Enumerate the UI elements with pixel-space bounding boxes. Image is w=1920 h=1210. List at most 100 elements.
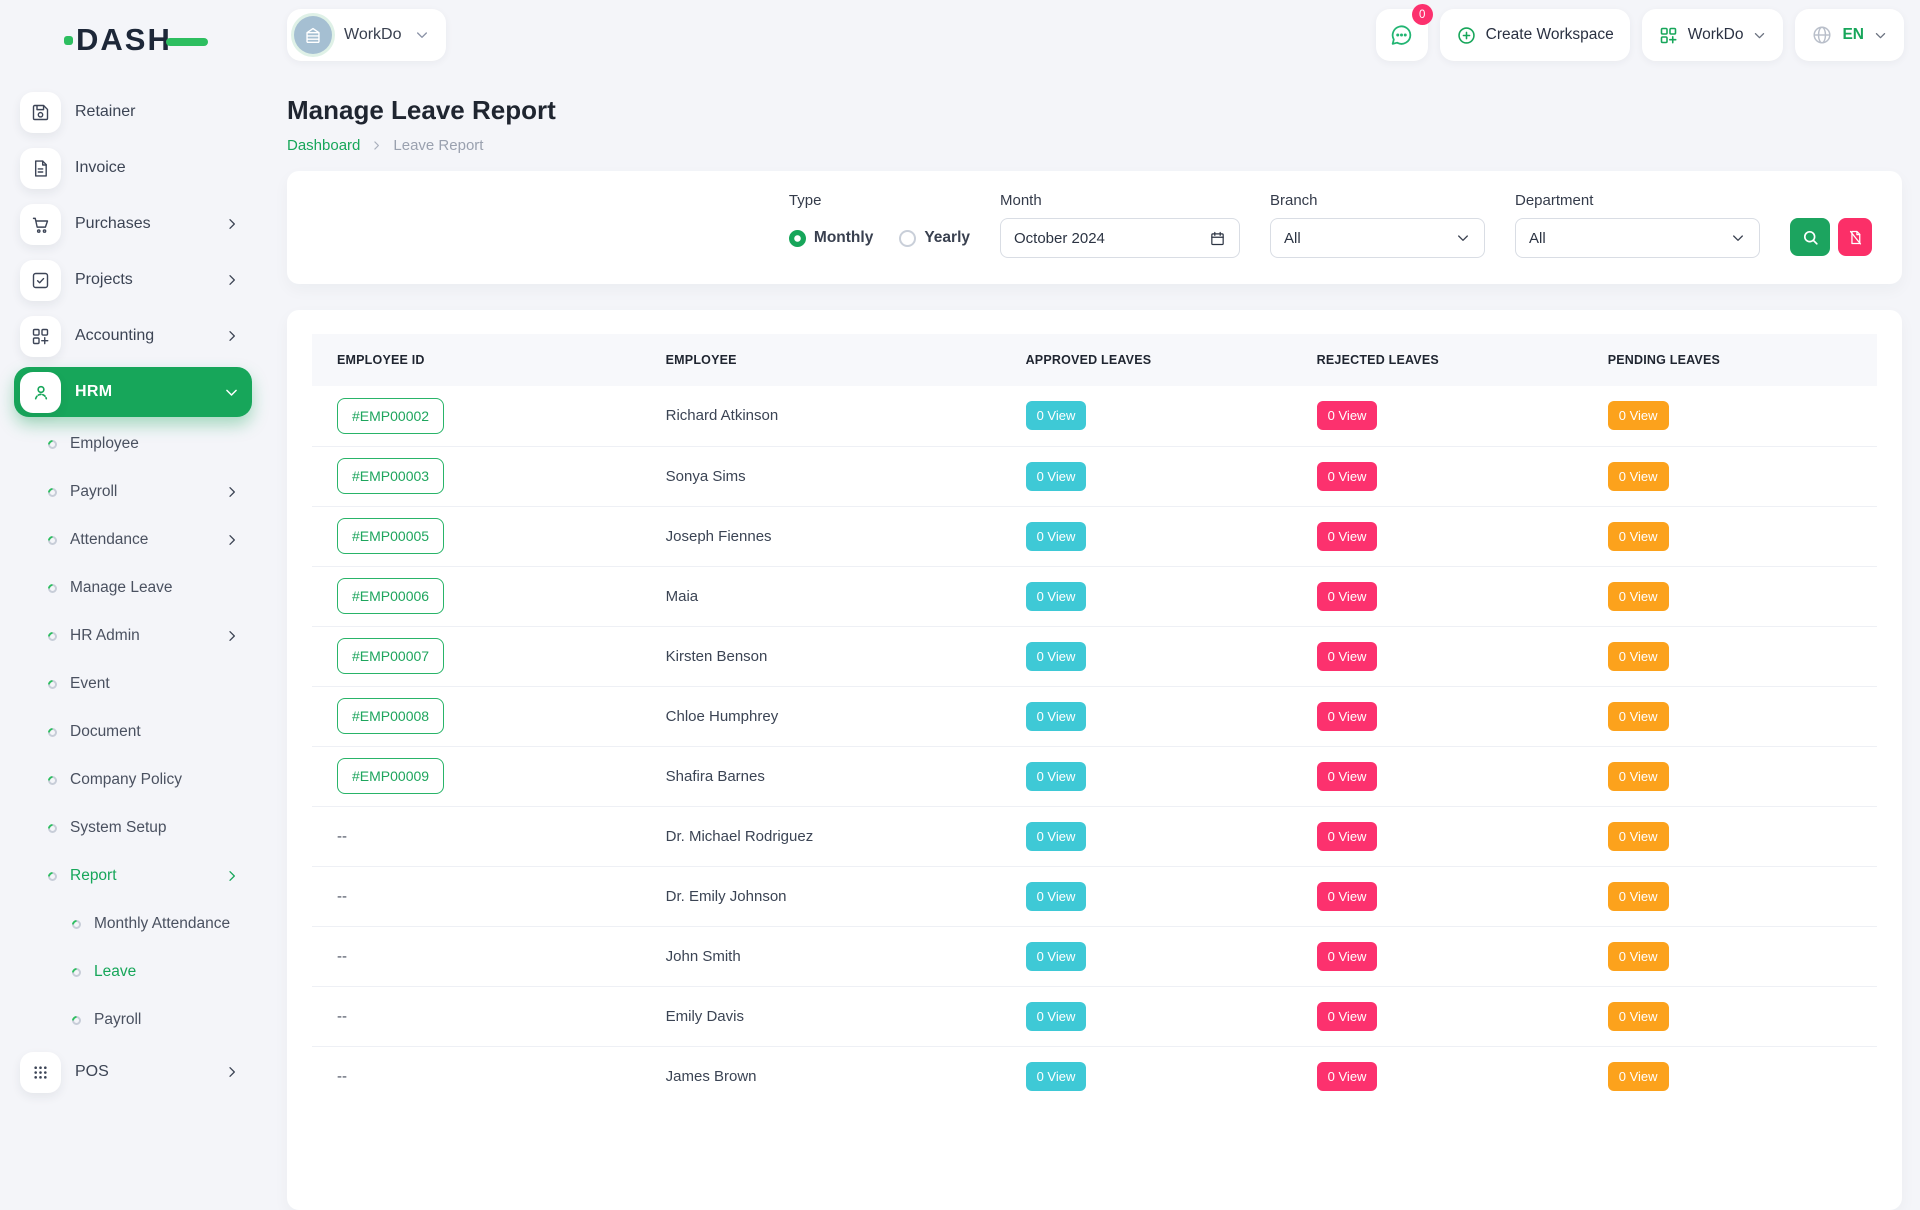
pending-leaves-view-button[interactable]: 0 View [1608,642,1669,671]
chevron-right-icon [224,1064,240,1080]
rejected-leaves-view-button[interactable]: 0 View [1317,762,1378,791]
department-select[interactable]: All [1515,218,1760,258]
approved-leaves-view-button[interactable]: 0 View [1026,762,1087,791]
employee-id-badge[interactable]: #EMP00003 [337,458,444,494]
approved-leaves-view-button[interactable]: 0 View [1026,462,1087,491]
sidebar-item-retainer[interactable]: Retainer [14,84,252,140]
chevron-right-icon [224,272,240,288]
logo-text: DASH [76,22,172,58]
search-button[interactable] [1790,218,1830,256]
create-workspace-button[interactable]: Create Workspace [1440,9,1630,61]
approved-leaves-view-button[interactable]: 0 View [1026,1002,1087,1031]
sidebar-item-accounting[interactable]: Accounting [14,308,252,364]
pending-leaves-view-button[interactable]: 0 View [1608,462,1669,491]
rejected-leaves-view-button[interactable]: 0 View [1317,702,1378,731]
sidebar-item-label: HRM [75,383,112,401]
month-input[interactable]: October 2024 [1000,218,1240,258]
pending-leaves-view-button[interactable]: 0 View [1608,401,1669,430]
employee-name: Emily Davis [666,1008,744,1025]
pending-leaves-view-button[interactable]: 0 View [1608,702,1669,731]
sidebar-item-report[interactable]: Report [14,852,252,900]
sidebar-item-payroll[interactable]: Payroll [14,468,252,516]
sidebar-item-system-setup[interactable]: System Setup [14,804,252,852]
employee-id-badge[interactable]: #EMP00008 [337,698,444,734]
rejected-leaves-view-button[interactable]: 0 View [1317,642,1378,671]
pos-grid-icon [20,1052,61,1093]
rejected-leaves-view-button[interactable]: 0 View [1317,1002,1378,1031]
rejected-leaves-view-button[interactable]: 0 View [1317,882,1378,911]
messages-button[interactable]: 0 [1376,9,1428,61]
approved-leaves-view-button[interactable]: 0 View [1026,942,1087,971]
sidebar-item-purchases[interactable]: Purchases [14,196,252,252]
approved-leaves-view-button[interactable]: 0 View [1026,1062,1087,1091]
employee-name: Joseph Fiennes [666,528,772,545]
reset-button[interactable] [1838,218,1872,256]
pending-leaves-view-button[interactable]: 0 View [1608,942,1669,971]
sidebar-item-label: Employee [70,435,139,453]
employee-id-badge[interactable]: #EMP00007 [337,638,444,674]
approved-leaves-view-button[interactable]: 0 View [1026,822,1087,851]
chevron-down-icon [1730,230,1746,246]
sidebar-item-monthly-attendance[interactable]: Monthly Attendance [14,900,252,948]
pending-leaves-view-button[interactable]: 0 View [1608,762,1669,791]
pending-leaves-view-button[interactable]: 0 View [1608,582,1669,611]
approved-leaves-view-button[interactable]: 0 View [1026,522,1087,551]
pending-leaves-view-button[interactable]: 0 View [1608,1062,1669,1091]
sidebar-item-attendance[interactable]: Attendance [14,516,252,564]
sidebar-item-label: Manage Leave [70,579,173,597]
sidebar-item-hr-admin[interactable]: HR Admin [14,612,252,660]
employee-id-badge[interactable]: #EMP00006 [337,578,444,614]
rejected-leaves-view-button[interactable]: 0 View [1317,401,1378,430]
pending-leaves-view-button[interactable]: 0 View [1608,522,1669,551]
sidebar-item-document[interactable]: Document [14,708,252,756]
pending-leaves-view-button[interactable]: 0 View [1608,882,1669,911]
branch-value: All [1284,230,1301,247]
sidebar-item-payroll[interactable]: Payroll [14,996,252,1044]
approved-leaves-view-button[interactable]: 0 View [1026,882,1087,911]
rejected-leaves-view-button[interactable]: 0 View [1317,582,1378,611]
chevron-down-icon [1873,28,1888,43]
topbar-actions: 0 Create Workspace WorkDo [1376,9,1904,61]
pending-leaves-view-button[interactable]: 0 View [1608,822,1669,851]
approved-leaves-view-button[interactable]: 0 View [1026,642,1087,671]
language-select[interactable]: EN [1795,9,1904,61]
sidebar-item-company-policy[interactable]: Company Policy [14,756,252,804]
employee-id-badge[interactable]: #EMP00002 [337,398,444,434]
table-row: --John Smith0 View0 View0 View [312,926,1877,986]
search-icon [1801,228,1820,247]
employee-id-badge[interactable]: #EMP00009 [337,758,444,794]
pending-leaves-view-button[interactable]: 0 View [1608,1002,1669,1031]
approved-leaves-view-button[interactable]: 0 View [1026,702,1087,731]
rejected-leaves-view-button[interactable]: 0 View [1317,462,1378,491]
sidebar-item-event[interactable]: Event [14,660,252,708]
breadcrumb-dashboard-link[interactable]: Dashboard [287,137,360,154]
radio-monthly[interactable]: Monthly [789,229,873,247]
branch-select[interactable]: All [1270,218,1485,258]
rejected-leaves-view-button[interactable]: 0 View [1317,522,1378,551]
sidebar-item-leave[interactable]: Leave [14,948,252,996]
sidebar-item-projects[interactable]: Projects [14,252,252,308]
radio-yearly[interactable]: Yearly [899,229,970,247]
approved-leaves-view-button[interactable]: 0 View [1026,582,1087,611]
sidebar-item-manage-leave[interactable]: Manage Leave [14,564,252,612]
sidebar-item-invoice[interactable]: Invoice [14,140,252,196]
app-logo[interactable]: DASH [64,22,208,58]
approved-leaves-view-button[interactable]: 0 View [1026,401,1087,430]
bullet-icon [70,966,83,979]
sidebar-item-hrm[interactable]: HRM [14,367,252,417]
employee-name: Sonya Sims [666,468,746,485]
rejected-leaves-view-button[interactable]: 0 View [1317,822,1378,851]
sidebar-item-employee[interactable]: Employee [14,420,252,468]
sidebar-item-label: Document [70,723,141,741]
employee-id-empty: -- [337,828,347,845]
messages-count-badge: 0 [1412,4,1433,25]
sidebar-item-pos[interactable]: POS [14,1044,252,1100]
table-row: #EMP00008Chloe Humphrey0 View0 View0 Vie… [312,686,1877,746]
bullet-icon [46,822,59,835]
rejected-leaves-view-button[interactable]: 0 View [1317,1062,1378,1091]
type-radio-group: Monthly Yearly [789,218,970,258]
workspace-select[interactable]: WorkDo [287,9,446,61]
workspace-menu-button[interactable]: WorkDo [1642,9,1784,61]
employee-id-badge[interactable]: #EMP00005 [337,518,444,554]
rejected-leaves-view-button[interactable]: 0 View [1317,942,1378,971]
